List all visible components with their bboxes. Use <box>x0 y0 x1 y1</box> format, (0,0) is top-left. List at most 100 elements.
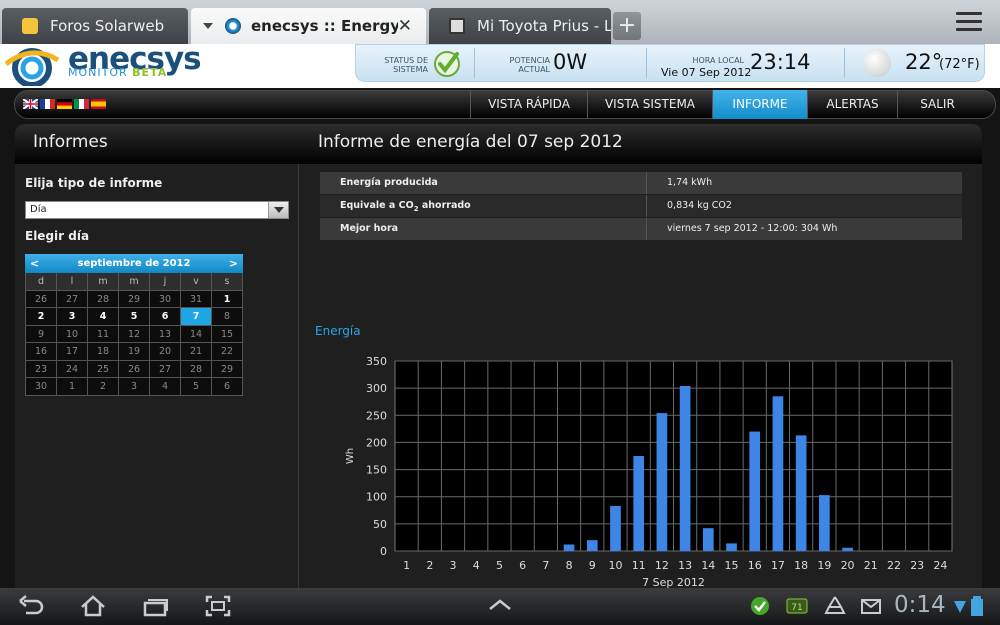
calendar-day[interactable]: 28 <box>181 360 212 378</box>
choose-day-label: Elegir día <box>25 229 90 243</box>
chevron-down-icon[interactable] <box>268 202 288 218</box>
calendar-day[interactable]: 27 <box>150 360 181 378</box>
calendar-day[interactable]: 22 <box>212 343 243 361</box>
summary-row-best-hour: Mejor hora viernes 7 sep 2012 - 12:00: 3… <box>320 218 962 240</box>
system-status-label: STATUS DE SISTEMA <box>370 56 428 74</box>
calendar-day[interactable]: 5 <box>181 378 212 396</box>
notification-count: 71 <box>791 603 802 613</box>
france-flag-icon[interactable] <box>40 99 55 109</box>
system-status-label-line2: SISTEMA <box>393 65 428 74</box>
tab-toyota-prius[interactable]: Mi Toyota Prius - L... <box>429 8 611 44</box>
calendar-day[interactable]: 11 <box>88 325 119 343</box>
uk-flag-icon[interactable] <box>23 99 38 109</box>
calendar-weekday: v <box>181 273 212 291</box>
summary-row-co2: Equivale a CO2 ahorrado 0,834 kg CO2 <box>320 195 962 217</box>
calendar-next-button[interactable]: > <box>229 254 238 273</box>
bar-hour-17 <box>772 396 784 551</box>
status-ok-icon <box>434 51 460 77</box>
chevron-up-icon[interactable] <box>487 595 513 617</box>
calendar-day[interactable]: 3 <box>119 378 150 396</box>
report-heading: Informe de energía del 07 sep 2012 <box>318 132 623 152</box>
calendar-day[interactable]: 17 <box>57 343 88 361</box>
tab-enecsys[interactable]: enecsys :: Energy ... ✕ <box>191 8 426 44</box>
calendar-day[interactable]: 3 <box>57 308 88 326</box>
calendar-day[interactable]: 30 <box>150 290 181 308</box>
enecsys-logo[interactable]: enecsys MONITOR BETA <box>0 44 230 88</box>
calendar-day[interactable]: 30 <box>26 378 57 396</box>
home-icon[interactable] <box>80 595 106 617</box>
new-tab-button[interactable]: + <box>613 12 641 40</box>
calendar-day[interactable]: 1 <box>57 378 88 396</box>
summary-value: 0,834 kg CO2 <box>667 200 732 211</box>
summary-value: viernes 7 sep 2012 - 12:00: 304 Wh <box>667 223 838 234</box>
calendar-prev-button[interactable]: < <box>30 254 39 273</box>
calendar-day[interactable]: 2 <box>26 308 57 326</box>
calendar-day[interactable]: 21 <box>181 343 212 361</box>
calendar-day[interactable]: 16 <box>26 343 57 361</box>
calendar-day[interactable]: 19 <box>119 343 150 361</box>
x-tick-label: 17 <box>771 559 785 572</box>
report-type-select[interactable]: Día <box>25 201 289 219</box>
x-tick-label: 8 <box>566 559 573 572</box>
calendar-day[interactable]: 5 <box>119 308 150 326</box>
nav-salir[interactable]: SALIR <box>897 90 977 119</box>
italy-flag-icon[interactable] <box>74 99 89 109</box>
x-tick-label: 23 <box>910 559 924 572</box>
date-picker-calendar: < septiembre de 2012 > d l m m j v s 26 27 28 29 30… <box>25 254 243 396</box>
calendar-day[interactable]: 4 <box>88 308 119 326</box>
local-time-label: HORA LOCAL <box>692 56 744 65</box>
calendar-day[interactable]: 1 <box>212 290 243 308</box>
calendar-day[interactable]: 10 <box>57 325 88 343</box>
calendar-day[interactable]: 9 <box>26 325 57 343</box>
calendar-grid: d l m m j v s 26 27 28 29 30 31 1 2 3 4 5 6 7 8 9 10 11 12 13 14 15… <box>25 273 243 396</box>
y-tick-label: 150 <box>366 464 387 477</box>
calendar-day[interactable]: 26 <box>26 290 57 308</box>
calendar-day[interactable]: 20 <box>150 343 181 361</box>
star-favicon-icon <box>22 18 38 34</box>
calendar-day[interactable]: 28 <box>88 290 119 308</box>
menu-icon[interactable] <box>956 12 982 34</box>
calendar-day[interactable]: 29 <box>119 290 150 308</box>
calendar-day[interactable]: 18 <box>88 343 119 361</box>
calendar-day[interactable]: 8 <box>212 308 243 326</box>
nav-vista-rapida[interactable]: VISTA RÁPIDA <box>470 90 587 119</box>
energy-summary-table: Energía producida 1,74 kWh Equivale a CO… <box>320 172 962 241</box>
calendar-day[interactable]: 13 <box>150 325 181 343</box>
spain-flag-icon[interactable] <box>91 99 106 109</box>
tab-foros-solarweb[interactable]: Foros Solarweb <box>2 8 188 44</box>
y-tick-label: 250 <box>366 409 387 422</box>
calendar-day[interactable]: 6 <box>150 308 181 326</box>
calendar-day[interactable]: 12 <box>119 325 150 343</box>
x-tick-label: 20 <box>841 559 855 572</box>
back-icon[interactable] <box>18 595 44 617</box>
summary-key: Energía producida <box>320 172 647 194</box>
calendar-day[interactable]: 4 <box>150 378 181 396</box>
calendar-day[interactable]: 6 <box>212 378 243 396</box>
screenshot-icon[interactable] <box>205 595 231 617</box>
y-tick-label: 300 <box>366 382 387 395</box>
browser-tab-bar: Foros Solarweb enecsys :: Energy ... ✕ M… <box>0 0 1000 44</box>
calendar-month: septiembre de 2012 <box>77 258 191 269</box>
calendar-day[interactable]: 15 <box>212 325 243 343</box>
calendar-day[interactable]: 29 <box>212 360 243 378</box>
calendar-day[interactable]: 27 <box>57 290 88 308</box>
calendar-day[interactable]: 26 <box>119 360 150 378</box>
recent-apps-icon[interactable] <box>143 595 169 617</box>
calendar-day[interactable]: 31 <box>181 290 212 308</box>
nav-informe[interactable]: INFORME <box>712 90 807 119</box>
calendar-day[interactable]: 23 <box>26 360 57 378</box>
close-tab-icon[interactable]: ✕ <box>398 16 412 36</box>
bar-hour-9 <box>586 540 598 551</box>
nav-vista-sistema[interactable]: VISTA SISTEMA <box>587 90 712 119</box>
nav-alertas[interactable]: ALERTAS <box>807 90 897 119</box>
germany-flag-icon[interactable] <box>57 99 72 109</box>
x-tick-label: 1 <box>403 559 410 572</box>
calendar-day[interactable]: 2 <box>88 378 119 396</box>
y-tick-label: 200 <box>366 436 387 449</box>
calendar-day[interactable]: 14 <box>181 325 212 343</box>
bar-hour-11 <box>633 456 645 551</box>
calendar-day[interactable]: 25 <box>88 360 119 378</box>
calendar-day[interactable]: 7 <box>181 308 212 326</box>
calendar-day[interactable]: 24 <box>57 360 88 378</box>
bar-hour-10 <box>610 505 621 551</box>
